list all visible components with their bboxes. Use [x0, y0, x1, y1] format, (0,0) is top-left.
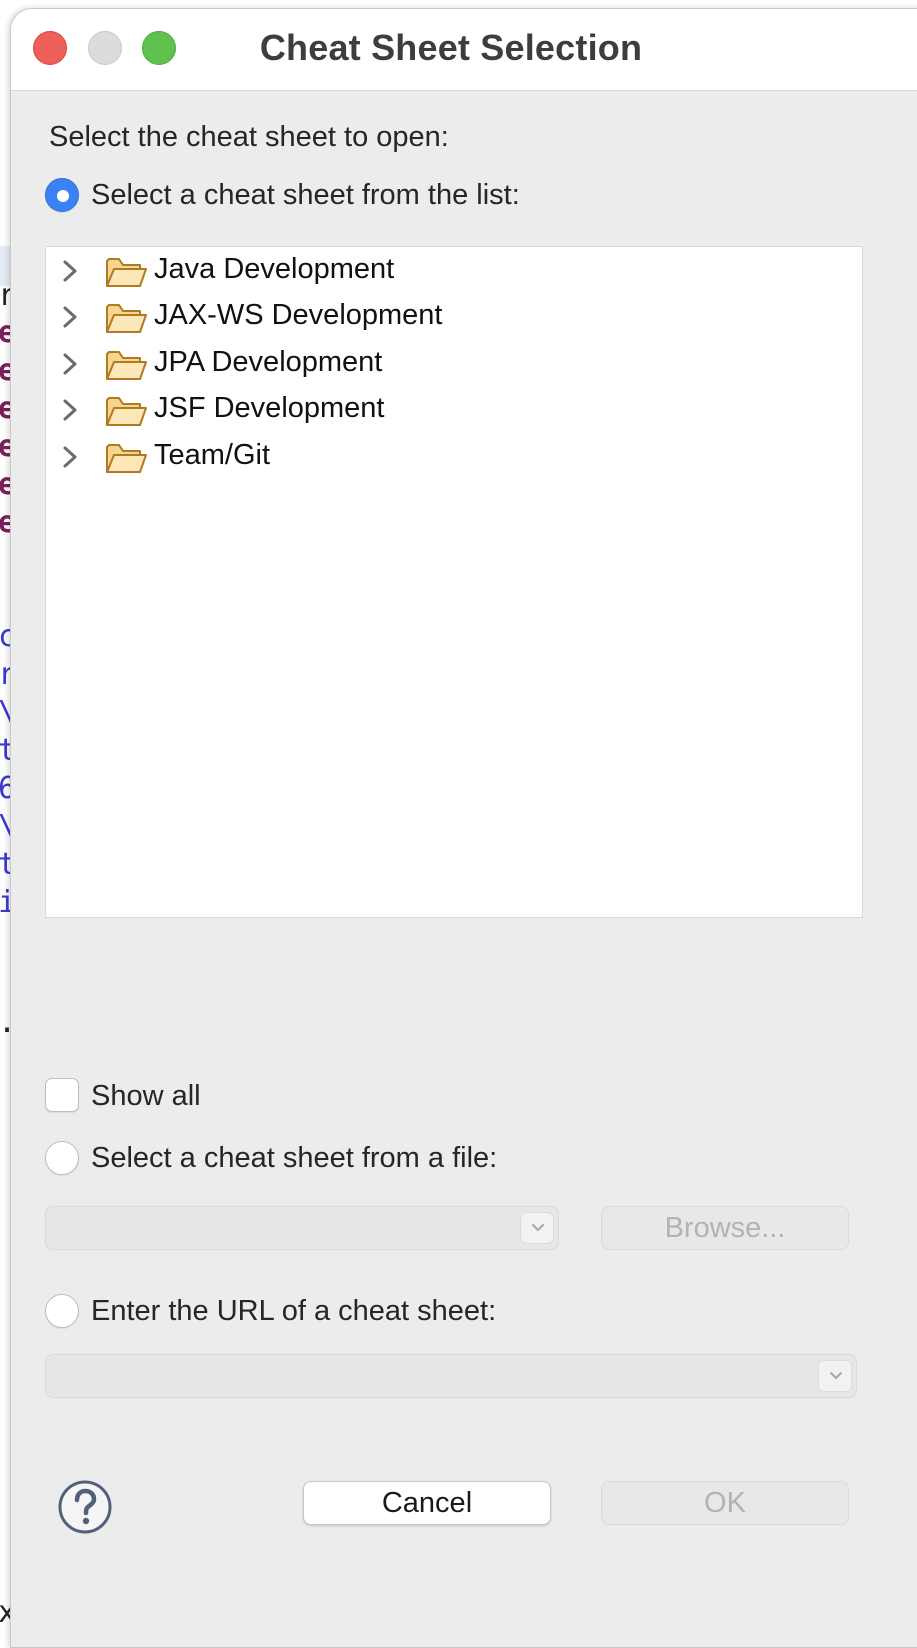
- tree-item-label: JPA Development: [154, 346, 383, 378]
- cheat-sheet-tree[interactable]: Java Development JAX-WS Development JPA …: [45, 246, 863, 918]
- folder-icon: [106, 351, 147, 380]
- chevron-down-icon: [830, 1372, 842, 1379]
- chevron-right-icon[interactable]: [60, 257, 80, 285]
- dialog-prompt: Select the cheat sheet to open:: [49, 121, 449, 153]
- tree-item[interactable]: JPA Development: [46, 342, 862, 388]
- url-combo[interactable]: [45, 1354, 857, 1398]
- help-icon[interactable]: [57, 1479, 113, 1535]
- window-title: Cheat Sheet Selection: [259, 27, 643, 68]
- chevron-right-icon[interactable]: [60, 303, 80, 331]
- folder-icon: [106, 304, 147, 333]
- file-path-combo[interactable]: [45, 1206, 559, 1250]
- tree-item[interactable]: JAX-WS Development: [46, 295, 862, 341]
- file-combo-dropdown[interactable]: [520, 1212, 554, 1244]
- tree-item-label: Team/Git: [154, 439, 271, 471]
- cheat-sheet-dialog: Cheat Sheet Selection Select the cheat s…: [10, 8, 917, 1648]
- radio-select-from-list[interactable]: [45, 178, 79, 212]
- radio-enter-url-label[interactable]: Enter the URL of a cheat sheet:: [91, 1295, 496, 1328]
- radio-select-from-file[interactable]: [45, 1141, 79, 1175]
- url-combo-dropdown[interactable]: [818, 1360, 852, 1392]
- radio-select-from-file-label[interactable]: Select a cheat sheet from a file:: [91, 1142, 497, 1175]
- tree-item[interactable]: Java Development: [46, 249, 862, 295]
- chevron-right-icon[interactable]: [60, 396, 80, 424]
- chevron-right-icon[interactable]: [60, 443, 80, 471]
- tree-item-label: Java Development: [154, 253, 395, 285]
- radio-enter-url[interactable]: [45, 1294, 79, 1328]
- show-all-label[interactable]: Show all: [91, 1080, 201, 1113]
- cancel-button[interactable]: Cancel: [303, 1481, 551, 1525]
- folder-icon: [106, 444, 147, 473]
- chevron-down-icon: [532, 1224, 544, 1231]
- browse-button[interactable]: Browse...: [601, 1206, 849, 1250]
- ok-button[interactable]: OK: [601, 1481, 849, 1525]
- tree-item-label: JAX-WS Development: [154, 299, 443, 331]
- tree-item[interactable]: JSF Development: [46, 388, 862, 434]
- chevron-right-icon[interactable]: [60, 350, 80, 378]
- show-all-checkbox[interactable]: [45, 1078, 79, 1112]
- tree-item[interactable]: Team/Git: [46, 435, 862, 481]
- title-bar: Cheat Sheet Selection: [11, 9, 917, 91]
- radio-select-from-list-label[interactable]: Select a cheat sheet from the list:: [91, 179, 520, 212]
- folder-icon: [106, 258, 147, 287]
- folder-icon: [106, 397, 147, 426]
- tree-item-label: JSF Development: [154, 392, 385, 424]
